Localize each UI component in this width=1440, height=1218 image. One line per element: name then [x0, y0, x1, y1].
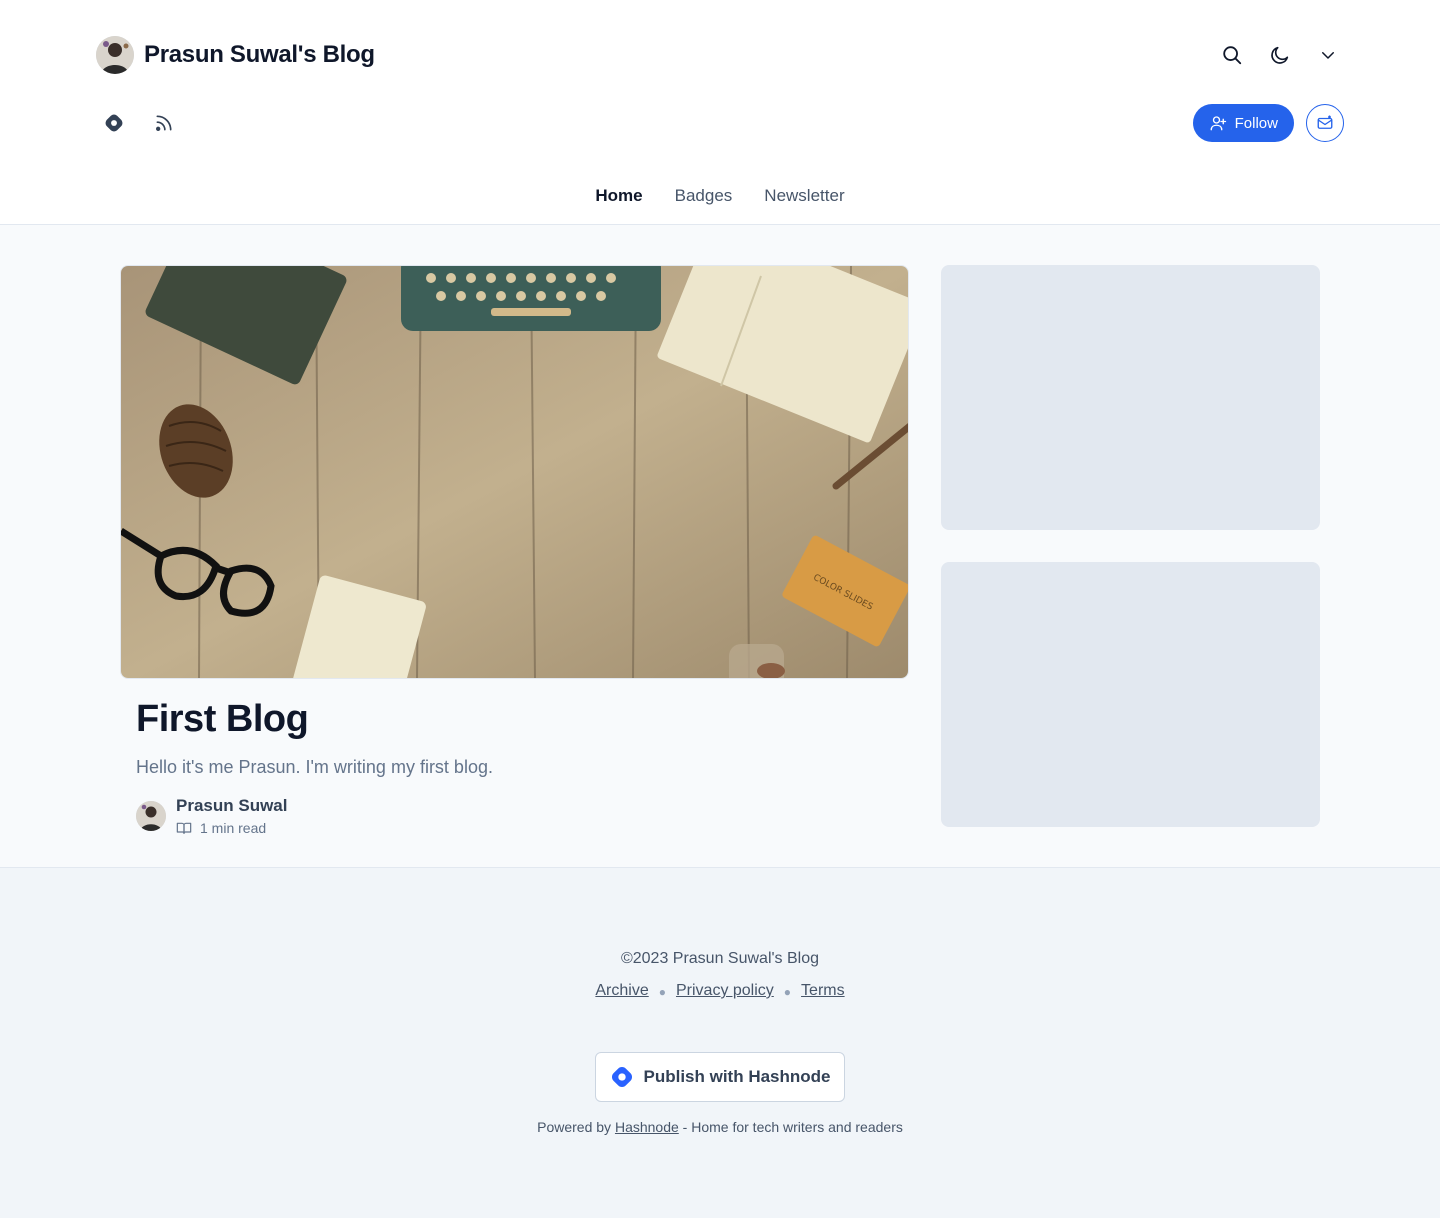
post-brief: Hello it's me Prasun. I'm writing my fir… — [136, 756, 493, 777]
blog-title[interactable]: Prasun Suwal's Blog — [144, 41, 375, 69]
book-open-icon — [176, 822, 192, 834]
footer-link-archive[interactable]: Archive — [595, 982, 648, 1002]
rss-icon[interactable] — [150, 108, 178, 138]
post-meta: 1 min read — [176, 820, 287, 836]
main-content: COLOR SLIDES First Blog Hello it's me Pr… — [0, 225, 1440, 868]
header-toolbar — [1216, 36, 1344, 74]
newsletter-subscribe-button[interactable] — [1306, 104, 1344, 142]
footer-links: Archive ● Privacy policy ● Terms — [0, 982, 1440, 1002]
nav-item-badges[interactable]: Badges — [675, 186, 733, 206]
author-avatar[interactable] — [136, 800, 166, 831]
site-footer: ©2023 Prasun Suwal's Blog Archive ● Priv… — [0, 868, 1440, 1218]
footer-link-privacy-policy[interactable]: Privacy policy — [676, 982, 774, 1002]
publish-with-hashnode-button[interactable]: Publish with Hashnode — [595, 1052, 845, 1102]
copyright-text: ©2023 Prasun Suwal's Blog — [620, 950, 820, 967]
search-icon[interactable] — [1216, 36, 1248, 74]
loading-placeholder-card — [941, 265, 1320, 530]
user-plus-icon — [1210, 116, 1226, 131]
publish-label: Publish with Hashnode — [643, 1067, 831, 1086]
powered-suffix: - Home for tech writers and readers — [682, 1119, 903, 1135]
site-header: Prasun Suwal's Blog Follow Home Badges N… — [0, 0, 1440, 225]
read-time: 1 min read — [200, 819, 267, 836]
loading-placeholder-card — [941, 562, 1320, 827]
social-links — [100, 108, 178, 138]
powered-by-text: Powered by Hashnode - Home for tech writ… — [0, 1119, 1440, 1135]
nav-item-newsletter[interactable]: Newsletter — [764, 186, 844, 206]
hashnode-logo-icon — [612, 1066, 633, 1088]
post-author-row: Prasun Suwal 1 min read — [136, 796, 909, 836]
brand[interactable]: Prasun Suwal's Blog — [96, 36, 375, 74]
follow-button[interactable]: Follow — [1192, 104, 1294, 142]
post-card[interactable]: COLOR SLIDES First Blog Hello it's me Pr… — [120, 265, 909, 836]
footer-link-terms[interactable]: Terms — [801, 982, 845, 1002]
nav-item-home[interactable]: Home — [595, 186, 642, 206]
post-title[interactable]: First Blog — [136, 698, 909, 741]
author-name[interactable]: Prasun Suwal — [176, 796, 287, 816]
chevron-down-icon[interactable] — [1312, 36, 1344, 74]
separator-dot: ● — [658, 985, 666, 999]
main-nav: Home Badges Newsletter — [0, 186, 1440, 206]
author-info: Prasun Suwal 1 min read — [176, 796, 287, 836]
moon-icon[interactable] — [1264, 36, 1296, 74]
blog-avatar[interactable] — [96, 36, 134, 74]
powered-prefix: Powered by — [537, 1119, 612, 1135]
follow-label: Follow — [1234, 114, 1278, 132]
post-cover-image[interactable]: COLOR SLIDES — [120, 265, 909, 679]
mail-icon — [1317, 115, 1333, 129]
header-actions: Follow — [1192, 104, 1344, 142]
separator-dot: ● — [783, 985, 792, 999]
hashnode-link[interactable]: Hashnode — [615, 1119, 679, 1135]
hashnode-icon[interactable] — [100, 108, 128, 138]
